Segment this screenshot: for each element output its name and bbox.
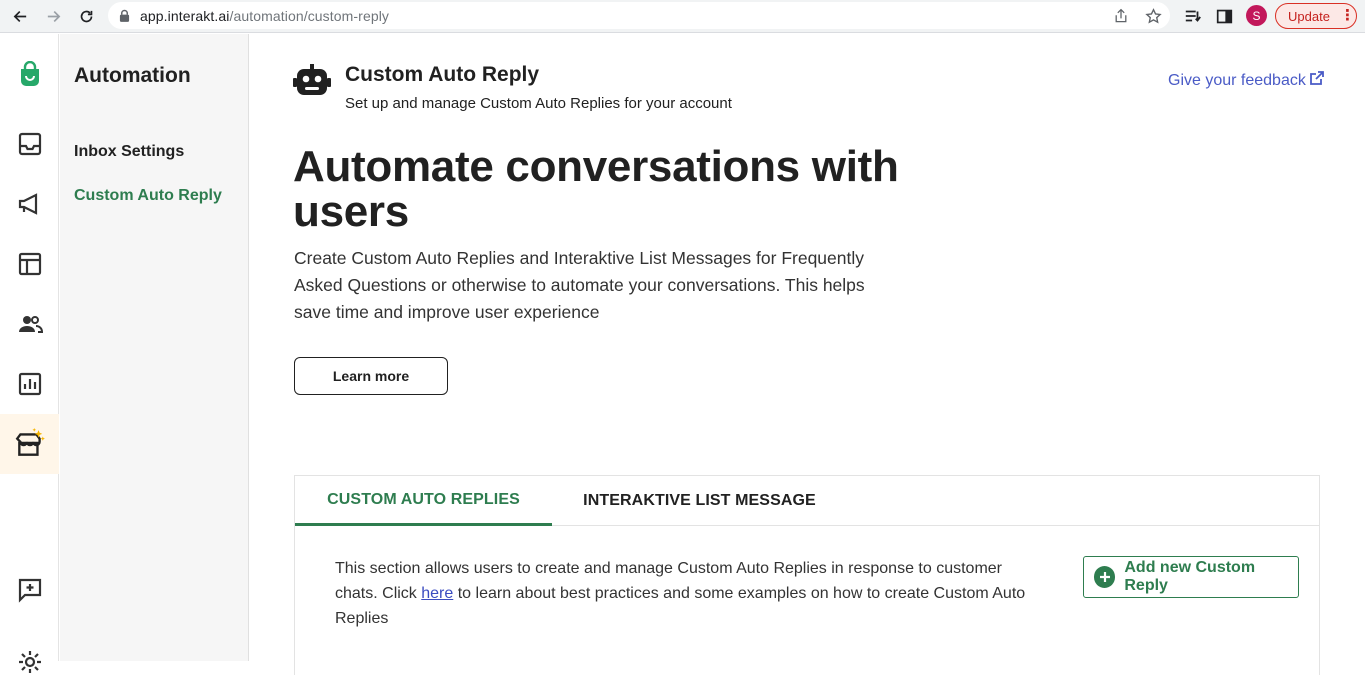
campaign-icon[interactable]	[0, 182, 59, 226]
hero-heading: Automate conversations with users	[293, 142, 899, 236]
address-bar[interactable]: app.interakt.ai/automation/custom-reply	[108, 2, 1170, 29]
main-content: Custom Auto Reply Set up and manage Cust…	[249, 34, 1365, 675]
update-button[interactable]: Update ⋮	[1275, 3, 1357, 29]
reload-icon[interactable]	[75, 6, 97, 26]
feedback-label: Give your feedback	[1168, 71, 1306, 89]
inbox-icon[interactable]	[0, 122, 59, 166]
add-custom-reply-button[interactable]: Add new Custom Reply	[1083, 556, 1299, 598]
automation-sidebar: Automation Inbox Settings Custom Auto Re…	[60, 34, 249, 661]
forward-arrow-icon[interactable]	[42, 6, 64, 26]
page-subtitle: Set up and manage Custom Auto Replies fo…	[345, 95, 732, 112]
plus-circle-icon	[1094, 566, 1116, 588]
template-icon[interactable]	[0, 242, 59, 286]
url-text: app.interakt.ai/automation/custom-reply	[140, 7, 390, 24]
contacts-icon[interactable]	[0, 302, 59, 346]
automation-icon[interactable]	[0, 414, 59, 474]
sidebar-item-custom-auto-reply[interactable]: Custom Auto Reply	[74, 187, 222, 205]
tab-custom-auto-replies[interactable]: CUSTOM AUTO REPLIES	[295, 476, 552, 526]
section-description: This section allows users to create and …	[335, 560, 1026, 627]
profile-avatar[interactable]: S	[1246, 5, 1267, 26]
settings-icon[interactable]	[0, 640, 59, 684]
hero-description: Create Custom Auto Replies and Interakti…	[294, 248, 865, 322]
feedback-icon[interactable]	[0, 568, 59, 612]
learn-more-button[interactable]: Learn more	[294, 357, 448, 395]
logo-icon[interactable]	[0, 52, 59, 96]
update-label: Update	[1288, 8, 1330, 24]
here-link[interactable]: here	[421, 585, 453, 602]
browser-toolbar: app.interakt.ai/automation/custom-reply …	[0, 0, 1365, 33]
tab-interaktive-list-message[interactable]: INTERAKTIVE LIST MESSAGE	[552, 476, 847, 526]
analytics-icon[interactable]	[0, 362, 59, 406]
left-rail	[0, 34, 59, 673]
robot-icon	[293, 64, 331, 98]
share-icon[interactable]	[1112, 7, 1130, 25]
sidebar-item-inbox-settings[interactable]: Inbox Settings	[74, 143, 184, 161]
feedback-link[interactable]: Give your feedback	[1168, 71, 1324, 90]
external-link-icon	[1309, 71, 1324, 90]
back-arrow-icon[interactable]	[9, 6, 31, 26]
lock-icon	[119, 9, 131, 23]
page-title: Custom Auto Reply	[345, 63, 540, 86]
auto-reply-card: CUSTOM AUTO REPLIES INTERAKTIVE LIST MES…	[294, 475, 1320, 675]
sidebar-title: Automation	[74, 64, 191, 87]
reading-list-icon[interactable]	[1183, 6, 1203, 26]
add-button-label: Add new Custom Reply	[1124, 559, 1256, 594]
tab-bar: CUSTOM AUTO REPLIES INTERAKTIVE LIST MES…	[295, 476, 1319, 526]
more-menu-icon[interactable]: ⋮	[1340, 8, 1355, 23]
star-icon[interactable]	[1144, 7, 1162, 25]
side-panel-icon[interactable]	[1214, 6, 1234, 26]
